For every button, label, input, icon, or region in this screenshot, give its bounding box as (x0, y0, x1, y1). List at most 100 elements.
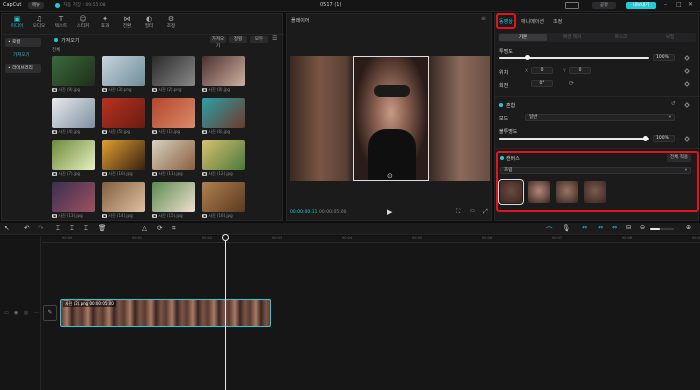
blur-swatch[interactable] (498, 179, 524, 205)
media-item[interactable]: ▣ 사진 (14).jpg (102, 182, 145, 219)
tab-adjust[interactable]: 조정 (553, 18, 562, 25)
mic-icon[interactable]: 🎙 (562, 224, 570, 232)
minimize-icon[interactable]: – (664, 1, 667, 8)
tool-adjust[interactable]: ⚙ 조정 (160, 15, 182, 35)
media-thumbnail[interactable] (152, 182, 195, 212)
tool-audio[interactable]: ♫ 오디오 (28, 15, 50, 35)
hide-track-icon[interactable]: ◉ (14, 310, 18, 316)
opacity-knob[interactable] (525, 55, 530, 60)
nav-library[interactable]: • 라이브러리 (5, 64, 41, 73)
filter-icon[interactable]: ☰ (272, 35, 277, 42)
media-thumbnail[interactable] (152, 56, 195, 86)
media-thumbnail[interactable] (52, 182, 95, 212)
opacity-slider[interactable] (499, 57, 649, 59)
nav-local[interactable]: • 로컬 (5, 38, 41, 47)
tool-transition[interactable]: ⋈ 전환 (116, 15, 138, 35)
tool-media[interactable]: ▣ 미디어 (6, 15, 28, 35)
media-thumbnail[interactable] (52, 140, 95, 170)
tab-video[interactable]: 동영상 (499, 18, 513, 25)
undo-icon[interactable]: ↶ (24, 224, 29, 232)
pos-x-field[interactable]: 0 (531, 67, 553, 74)
media-thumbnail[interactable] (102, 56, 145, 86)
zoom-slider[interactable] (650, 228, 674, 230)
redo-icon[interactable]: ↷ (38, 224, 43, 232)
pos-y-field[interactable]: 0 (569, 67, 591, 74)
media-item[interactable]: ▣ 사진 (12).jpg (202, 140, 245, 177)
split-right-icon[interactable]: ⌶ (84, 224, 88, 233)
media-thumbnail[interactable] (102, 182, 145, 212)
timeline-ruler[interactable]: 00:00 00:01 00:02 00:03 00:04 00:05 00:06 00:07… (42, 236, 700, 243)
media-thumbnail[interactable] (52, 56, 95, 86)
tool-text[interactable]: T 텍스트 (50, 15, 72, 35)
keyframe-opacity-icon[interactable] (684, 55, 690, 61)
snap-icon[interactable]: ⇔ (598, 224, 603, 231)
media-item[interactable]: ▣ 사진 (1).jpg (152, 98, 195, 135)
zoom-fit-icon[interactable]: ⊟ (626, 224, 631, 231)
video-clip[interactable]: 사진 (2).png 00:00:05:00 (60, 299, 271, 327)
blend-opacity-field[interactable]: 100% (653, 135, 675, 142)
mirror-icon[interactable]: △ (142, 224, 147, 232)
media-thumbnail[interactable] (102, 140, 145, 170)
fit-icon[interactable]: ⛶ (456, 208, 460, 216)
mode-select[interactable]: 일반 ▾ (525, 114, 675, 121)
media-item[interactable]: ▣ 사진 (7).jpg (52, 140, 95, 177)
subtab-basic[interactable]: 기본 (499, 34, 547, 41)
rotation-field[interactable]: 0° (531, 80, 553, 87)
tool-filter[interactable]: ◐ 필터 (138, 15, 160, 35)
apply-all-button[interactable]: 전체 적용 (667, 154, 691, 162)
opacity-field[interactable]: 100% (653, 54, 675, 61)
split-left-icon[interactable]: ⌶ (70, 224, 74, 233)
media-thumbnail[interactable] (102, 98, 145, 128)
playhead[interactable] (225, 236, 226, 390)
keyframe-blend-icon[interactable] (684, 102, 690, 108)
flip-icon[interactable]: ⟳ (569, 80, 574, 87)
media-item[interactable]: ▣ 사진 (6).jpg (202, 98, 245, 135)
media-thumbnail[interactable] (152, 140, 195, 170)
layout-icon[interactable] (565, 2, 579, 9)
magnet-icon[interactable]: ⌒ (546, 224, 553, 234)
media-item[interactable]: ▣ 사진 (8).jpg (202, 56, 245, 93)
nav-import[interactable]: 가져오기 (5, 51, 41, 60)
rotate-handle-icon[interactable]: ⊙ (387, 172, 393, 180)
lock-track-icon[interactable]: ▭ (4, 310, 9, 316)
media-thumbnail[interactable] (152, 98, 195, 128)
media-thumbnail[interactable] (202, 56, 245, 86)
tab-animation[interactable]: 애니메이션 (521, 18, 544, 25)
rotate-icon[interactable]: ⟳ (157, 224, 162, 232)
play-icon[interactable]: ▶ (387, 208, 392, 216)
tool-effect[interactable]: ✦ 효과 (94, 15, 116, 35)
preview-axis-icon[interactable]: ⇔ (612, 224, 617, 231)
link-icon[interactable]: ⇔ (582, 224, 587, 231)
keyframe-blend-opacity-icon[interactable] (684, 136, 690, 142)
media-item[interactable]: ▣ 사진 (13).jpg (52, 182, 95, 219)
blur-swatch[interactable] (528, 181, 550, 203)
canvas-type-select[interactable]: 흐림 ▾ (500, 167, 691, 174)
keyframe-position-icon[interactable] (684, 68, 690, 74)
media-item[interactable]: ▣ 사진 (2).png (152, 56, 195, 93)
fullscreen-icon[interactable]: ⤢ (483, 208, 488, 216)
media-item[interactable]: ▣ 사진 (16).jpg (202, 182, 245, 219)
tool-sticker[interactable]: ☺ 스티커 (72, 15, 94, 35)
media-item[interactable]: ▣ 사진 (3).png (102, 56, 145, 93)
media-item[interactable]: ▣ 사진 (10).jpg (102, 140, 145, 177)
blend-opacity-slider[interactable] (499, 138, 649, 140)
selected-image-frame[interactable] (353, 56, 429, 181)
zoom-in-icon[interactable]: ⊕ (686, 224, 691, 231)
blur-swatch[interactable] (556, 181, 578, 203)
media-item[interactable]: ▣ 사진 (9).jpg (52, 56, 95, 93)
media-item[interactable]: ▣ 사진 (15).jpg (152, 182, 195, 219)
share-button[interactable]: 공유 (592, 2, 616, 9)
view-button[interactable]: 모두 (250, 36, 268, 43)
media-item[interactable]: ▣ 사진 (11).jpg (152, 140, 195, 177)
export-button[interactable]: 내보내기 (626, 2, 656, 9)
more-track-icon[interactable]: ⋯ (34, 310, 39, 316)
sort-button[interactable]: 정렬 (229, 36, 247, 43)
player-menu-icon[interactable]: ≡ (481, 15, 486, 22)
blur-swatch[interactable] (584, 181, 606, 203)
media-thumbnail[interactable] (52, 98, 95, 128)
split-icon[interactable]: ⌶ (56, 224, 60, 233)
cover-edit-icon[interactable]: ✎ (43, 305, 57, 321)
media-item[interactable]: ▣ 사진 (4).jpg (52, 98, 95, 135)
subtab-mask[interactable]: 마스크 (597, 34, 645, 41)
canvas-toggle-icon[interactable] (500, 156, 504, 160)
